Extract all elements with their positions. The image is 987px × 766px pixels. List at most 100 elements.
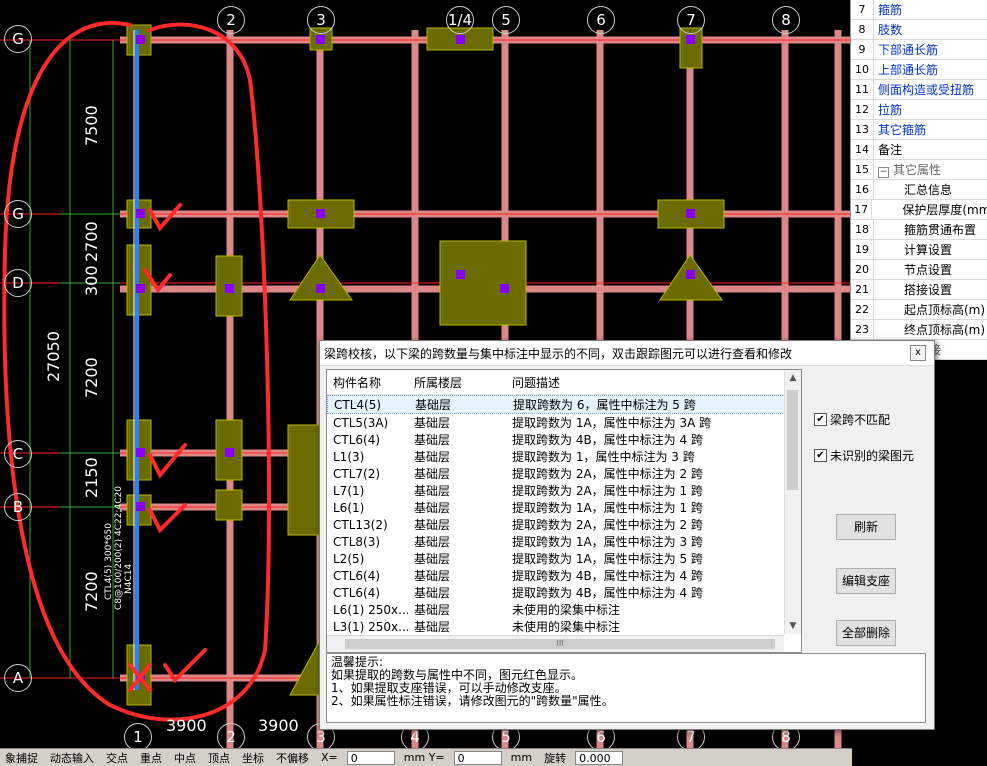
scroll-up-icon[interactable]: ▲ — [785, 370, 801, 386]
snap-toggle[interactable]: 象捕捉 — [2, 750, 41, 766]
y-label: mm Y= — [403, 751, 445, 764]
close-icon[interactable]: x — [910, 345, 926, 361]
property-row[interactable]: 16 汇总信息 — [851, 180, 987, 200]
scroll-down-icon[interactable]: ▼ — [785, 618, 801, 634]
table-row[interactable]: L6(1) 基础层 提取跨数为 1A，属性中标注为 1 跨 — [327, 499, 801, 516]
property-row[interactable]: 15− 其它属性 — [851, 160, 987, 180]
table-row[interactable]: L6(1) 250x... 基础层 未使用的梁集中标注 — [327, 601, 801, 618]
table-row[interactable]: CTL4(5) 基础层 提取跨数为 6，属性中标注为 5 跨 — [327, 395, 801, 414]
axis-top-7: 7 — [677, 6, 705, 34]
property-row-number: 16 — [851, 180, 874, 199]
intersection-toggle[interactable]: 交点 — [103, 750, 131, 766]
offset-select[interactable]: 不偏移 — [273, 750, 312, 766]
property-label: 起点顶标高(m) — [904, 303, 986, 317]
property-row-number: 14 — [851, 140, 874, 159]
property-row[interactable]: 17 保护层厚度(mm) — [851, 200, 987, 220]
cell-desc: 提取跨数为 6，属性中标注为 5 跨 — [513, 398, 696, 412]
vertex-toggle[interactable]: 顶点 — [205, 750, 233, 766]
axis-top-2: 2 — [217, 6, 245, 34]
x-label: X= — [321, 751, 338, 764]
property-label: 下部通长筋 — [878, 43, 939, 57]
cell-name: CTL6(4) — [333, 585, 381, 600]
property-row[interactable]: 14 备注 — [851, 140, 987, 160]
cell-floor: 基础层 — [414, 620, 451, 634]
axis-top-6: 6 — [587, 6, 615, 34]
table-row[interactable]: L2(5) 基础层 提取跨数为 1A，属性中标注为 5 跨 — [327, 550, 801, 567]
rotate-input[interactable]: 0.000 — [575, 750, 624, 765]
midpoint-toggle[interactable]: 重点 — [137, 750, 165, 766]
cell-desc: 提取跨数为 1A，属性中标注为 1 跨 — [512, 501, 703, 515]
property-row[interactable]: 19 计算设置 — [851, 240, 987, 260]
cell-floor: 基础层 — [414, 552, 451, 566]
property-row-number: 13 — [851, 120, 874, 139]
property-row-number: 19 — [851, 240, 874, 259]
unrecognized-beam-label: 未识别的梁图元 — [830, 449, 915, 463]
cell-desc: 提取跨数为 2A，属性中标注为 2 跨 — [512, 467, 703, 481]
properties-panel: 7 箍筋 8 肢数 9 下部通长筋 10 上部通长筋 11 侧面构造或受扭筋 12 拉筋 13 其它箍筋 1… — [850, 0, 987, 360]
cell-desc: 提取跨数为 4B，属性中标注为 4 跨 — [512, 586, 703, 600]
property-row[interactable]: 12 拉筋 — [851, 100, 987, 120]
table-header: 构件名称 所属楼层 问题描述 — [327, 370, 801, 395]
span-check-dialog: 梁跨校核，以下梁的跨数量与集中标注中显示的不同，双击跟踪图元可以进行查看和修改 … — [319, 340, 935, 730]
center-toggle[interactable]: 中点 — [171, 750, 199, 766]
cell-floor: 基础层 — [414, 569, 451, 583]
header-name[interactable]: 构件名称 — [327, 374, 408, 391]
span-mismatch-label: 梁跨不匹配 — [830, 413, 891, 427]
table-row[interactable]: CTL5(3A) 基础层 提取跨数为 1A，属性中标注为 3A 跨 — [327, 414, 801, 431]
property-row[interactable]: 23 终点顶标高(m) — [851, 320, 987, 340]
property-row[interactable]: 11 侧面构造或受扭筋 — [851, 80, 987, 100]
property-row[interactable]: 8 肢数 — [851, 20, 987, 40]
axis-top-3: 3 — [307, 6, 335, 34]
table-row[interactable]: CTL6(4) 基础层 提取跨数为 4B，属性中标注为 4 跨 — [327, 567, 801, 584]
property-row[interactable]: 20 节点设置 — [851, 260, 987, 280]
hscroll-thumb[interactable]: III — [345, 639, 775, 649]
edit-support-button[interactable]: 编辑支座 — [836, 568, 896, 594]
horizontal-scrollbar[interactable]: III — [327, 635, 784, 652]
table-row[interactable]: CTL8(3) 基础层 提取跨数为 1A，属性中标注为 3 跨 — [327, 533, 801, 550]
beam-label: CTL4(5) 300*650 — [104, 523, 114, 600]
property-label: 侧面构造或受扭筋 — [878, 83, 975, 97]
property-row[interactable]: 21 搭接设置 — [851, 280, 987, 300]
property-row[interactable]: 7 箍筋 — [851, 0, 987, 20]
property-label: 节点设置 — [904, 263, 953, 277]
x-input[interactable]: 0 — [346, 750, 395, 765]
property-label: 其它属性 — [893, 163, 942, 177]
cell-name: CTL7(2) — [333, 466, 381, 481]
cell-desc: 提取跨数为 2A，属性中标注为 1 跨 — [512, 484, 703, 498]
scroll-thumb[interactable] — [787, 390, 798, 490]
cell-desc: 提取跨数为 4B，属性中标注为 4 跨 — [512, 569, 703, 583]
cell-name: CTL6(4) — [333, 568, 381, 583]
cell-desc: 未使用的梁集中标注 — [512, 620, 621, 634]
table-row[interactable]: CTL6(4) 基础层 提取跨数为 4B，属性中标注为 4 跨 — [327, 431, 801, 448]
vertical-scrollbar[interactable]: ▲ ▼ — [784, 370, 801, 634]
dim-7500: 7500 — [82, 105, 101, 146]
dim-7200-bottom: 7200 — [82, 571, 101, 612]
property-row[interactable]: 10 上部通长筋 — [851, 60, 987, 80]
header-floor[interactable]: 所属楼层 — [408, 374, 506, 391]
table-row[interactable]: L7(1) 基础层 提取跨数为 2A，属性中标注为 1 跨 — [327, 482, 801, 499]
property-row[interactable]: 13 其它箍筋 — [851, 120, 987, 140]
header-desc[interactable]: 问题描述 — [506, 374, 801, 391]
table-row[interactable]: L3(1) 250x... 基础层 未使用的梁集中标注 — [327, 618, 801, 635]
property-label: 汇总信息 — [904, 183, 953, 197]
table-row[interactable]: CTL6(4) 基础层 提取跨数为 4B，属性中标注为 4 跨 — [327, 584, 801, 601]
cell-name: CTL13(2) — [333, 517, 388, 532]
property-row[interactable]: 9 下部通长筋 — [851, 40, 987, 60]
axis-left-d: D — [4, 269, 32, 297]
table-row[interactable]: CTL13(2) 基础层 提取跨数为 2A，属性中标注为 2 跨 — [327, 516, 801, 533]
dynamic-input-toggle[interactable]: 动态输入 — [47, 750, 97, 766]
property-row[interactable]: 18 箍筋贯通布置 — [851, 220, 987, 240]
span-mismatch-checkbox[interactable]: ✔ 梁跨不匹配 — [814, 411, 890, 428]
y-input[interactable]: 0 — [453, 750, 502, 765]
expand-icon[interactable]: − — [878, 167, 889, 178]
property-row-number: 12 — [851, 100, 874, 119]
refresh-button[interactable]: 刷新 — [836, 514, 896, 540]
property-label: 保护层厚度(mm) — [902, 203, 987, 217]
coordinate-toggle[interactable]: 坐标 — [239, 750, 267, 766]
table-row[interactable]: L1(3) 基础层 提取跨数为 1，属性中标注为 3 跨 — [327, 448, 801, 465]
unrecognized-beam-checkbox[interactable]: ✔ 未识别的梁图元 — [814, 447, 914, 464]
property-row[interactable]: 22 起点顶标高(m) — [851, 300, 987, 320]
table-row[interactable]: CTL7(2) 基础层 提取跨数为 2A，属性中标注为 2 跨 — [327, 465, 801, 482]
delete-all-button[interactable]: 全部删除 — [836, 620, 896, 646]
cell-floor: 基础层 — [414, 416, 451, 430]
